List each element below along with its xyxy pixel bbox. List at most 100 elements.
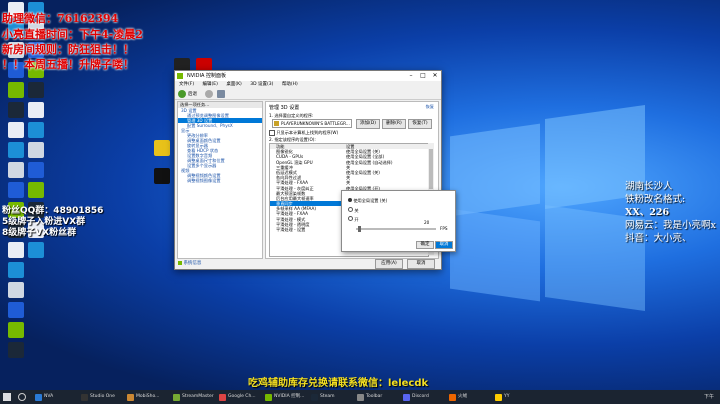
desktop-shortcut-icon[interactable] — [8, 342, 24, 358]
desktop-shortcut-icon[interactable] — [154, 140, 170, 156]
taskbar-task[interactable]: StreamMaster — [172, 392, 214, 402]
max-framerate-popup: 使用全局设置 (关) 关 开 20 FPS 确定 取消 — [341, 190, 456, 252]
app-icon — [35, 394, 42, 401]
task-tree-pane: 选择一项任务... 3D 设置 通过预览调整图像设置 管理 3D 设置 配置 Surr… — [177, 101, 263, 259]
desktop-shortcut-icon[interactable] — [28, 242, 44, 258]
taskbar-task[interactable]: YY — [494, 392, 510, 402]
overlay-red-line-1: 助理微信：76162394 — [2, 12, 119, 25]
desktop-shortcut-icon[interactable] — [8, 142, 24, 158]
overlay-red-line-2: 小亮直播时间：下午4-凌晨2 — [2, 28, 143, 41]
overlay-red-line-4: ！！本周五播！升牌子喽！ — [2, 58, 134, 71]
app-icon — [81, 394, 88, 401]
taskbar-task-label: NVA — [44, 394, 54, 399]
menu-edit[interactable]: 编辑(E) — [203, 82, 218, 87]
desktop-shortcut-icon[interactable] — [154, 168, 170, 184]
window-titlebar[interactable]: NVIDIA 控制面板 – □ ✕ — [175, 71, 441, 81]
close-button[interactable]: ✕ — [429, 71, 441, 81]
popup-ok-button[interactable]: 确定 — [416, 241, 434, 249]
taskbar-task[interactable]: Steam — [310, 392, 335, 402]
menu-file[interactable]: 文件(F) — [179, 82, 194, 87]
desktop-shortcut-icon[interactable] — [8, 102, 24, 118]
taskbar-task-label: MobiSho... — [136, 394, 160, 399]
app-icon — [403, 394, 410, 401]
taskbar-task[interactable]: 火绒 — [448, 392, 467, 402]
desktop-shortcut-icon[interactable] — [28, 82, 44, 98]
taskbar-task-label: 火绒 — [458, 394, 467, 399]
forward-arrow-icon[interactable] — [205, 90, 213, 98]
framerate-slider[interactable] — [356, 226, 436, 232]
desktop-shortcut-icon[interactable] — [8, 302, 24, 318]
desktop-shortcut-icon[interactable] — [28, 122, 44, 138]
menu-3d[interactable]: 3D 设置(3) — [250, 82, 273, 87]
desktop-shortcut-icon[interactable] — [8, 262, 24, 278]
windows-logo-beam — [450, 208, 540, 302]
app-icon — [265, 394, 272, 401]
overlay-right-line-2: 铁粉改名格式: — [625, 194, 686, 205]
restore-program-button[interactable]: 恢复(T) — [408, 119, 432, 129]
minimize-button[interactable]: – — [405, 71, 417, 81]
toolbar: 后退 — [175, 89, 441, 100]
app-icon — [311, 394, 318, 401]
taskbar-task[interactable]: NVA — [34, 392, 53, 402]
desktop-shortcut-icon[interactable] — [8, 162, 24, 178]
overlay-right-line-3: XX、226 — [625, 207, 670, 218]
page-title: 管理 3D 设置 — [269, 105, 300, 111]
taskbar-task[interactable]: MobiSho... — [126, 392, 159, 402]
option-on-radio[interactable]: 开 — [348, 216, 359, 223]
option-global-radio[interactable]: 使用全局设置 (关) — [348, 198, 387, 204]
checkbox-label: 只显示本计算机上找到的程序(W) — [276, 130, 339, 135]
slider-thumb[interactable] — [358, 226, 361, 232]
taskbar-task-label: StreamMaster — [182, 394, 214, 399]
radio-selected-icon — [348, 198, 352, 202]
desktop-shortcut-icon[interactable] — [8, 122, 24, 138]
search-icon[interactable] — [18, 393, 26, 401]
app-icon — [449, 394, 456, 401]
taskbar-clock: 下午 — [703, 394, 714, 400]
menu-bar: 文件(F) 编辑(E) 桌面(K) 3D 设置(3) 帮助(H) — [175, 81, 441, 89]
taskbar: NVA Studio One MobiSho... StreamMaster Googl… — [0, 390, 720, 404]
window-title: NVIDIA 控制面板 — [187, 73, 226, 79]
tree-item[interactable]: 调整视频图像设置 — [178, 178, 262, 183]
taskbar-task[interactable]: Google Ch... — [218, 392, 256, 402]
menu-help[interactable]: 帮助(H) — [282, 82, 298, 87]
desktop-shortcut-icon[interactable] — [28, 102, 44, 118]
desktop-shortcut-icon[interactable] — [28, 142, 44, 158]
taskbar-task[interactable]: Studio One — [80, 392, 115, 402]
show-found-programs-checkbox[interactable]: 只显示本计算机上找到的程序(W) — [269, 130, 338, 136]
app-icon — [495, 394, 502, 401]
taskbar-task-label: Studio One — [90, 394, 115, 399]
restore-defaults-link[interactable]: 恢复 — [426, 104, 434, 110]
desktop-shortcut-icon[interactable] — [28, 182, 44, 198]
desktop-shortcut-icon[interactable] — [8, 322, 24, 338]
add-program-button[interactable]: 添加(D) — [356, 119, 380, 129]
remove-program-button[interactable]: 删除(R) — [382, 119, 406, 129]
home-icon[interactable] — [217, 90, 225, 98]
cancel-button[interactable]: 取消 — [407, 259, 435, 269]
taskbar-task[interactable]: Discord — [402, 392, 429, 402]
apply-button[interactable]: 应用(A) — [375, 259, 403, 269]
desktop-shortcut-icon[interactable] — [8, 182, 24, 198]
overlay-bottom-banner: 吃鸡辅助库存兑换请联系微信：lelecdk — [248, 378, 429, 389]
taskbar-task[interactable]: Toolbar — [356, 392, 382, 402]
desktop: NVIDIA 控制面板 – □ ✕ 文件(F) 编辑(E) 桌面(K) 3D 设… — [0, 0, 720, 390]
program-select[interactable]: PLAYERUNKNOWN'S BATTLEGR... — [272, 119, 352, 128]
overlay-right-line-4: 网易云：我是小亮啊x — [625, 220, 716, 231]
option-off-radio[interactable]: 关 — [348, 207, 359, 214]
start-button[interactable] — [3, 393, 11, 401]
overlay-right-line-1: 湖南长沙人 — [625, 181, 673, 192]
desktop-shortcut-icon[interactable] — [28, 162, 44, 178]
maximize-button[interactable]: □ — [417, 71, 429, 81]
taskbar-task[interactable]: NVIDIA 控制... — [264, 392, 304, 402]
info-icon — [178, 260, 182, 265]
desktop-shortcut-icon[interactable] — [8, 282, 24, 298]
slider-min-label: 20 — [424, 220, 430, 225]
menu-desktop[interactable]: 桌面(K) — [226, 82, 241, 87]
desktop-shortcut-icon[interactable] — [8, 82, 24, 98]
popup-cancel-button[interactable]: 取消 — [435, 241, 453, 249]
scrollbar-thumb[interactable] — [429, 149, 433, 189]
back-arrow-icon[interactable] — [178, 90, 186, 98]
app-icon — [127, 394, 134, 401]
program-icon — [274, 121, 279, 126]
system-info-link[interactable]: 系统信息 — [178, 260, 201, 266]
desktop-shortcut-icon[interactable] — [8, 242, 24, 258]
